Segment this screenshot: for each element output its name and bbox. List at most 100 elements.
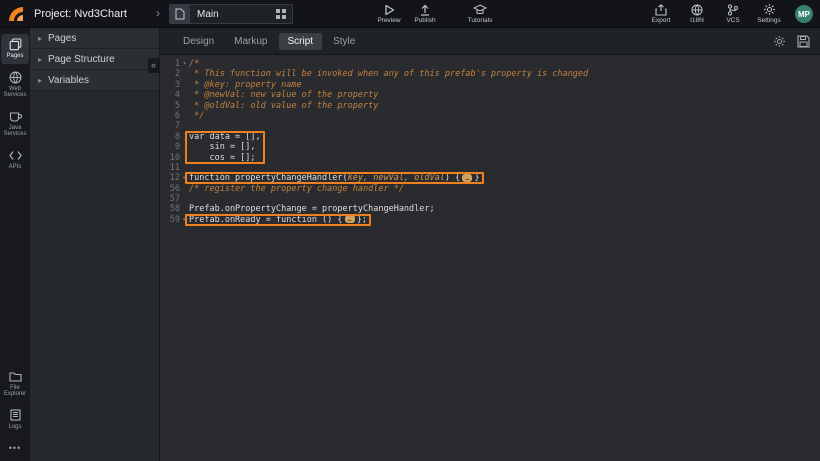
line-number: 58 (160, 204, 180, 214)
topbar-center-actions: Preview Publish Tutorials (372, 3, 502, 24)
code-segment: */ (189, 111, 204, 121)
sidebar-item-web-services[interactable]: Web Services (1, 67, 29, 103)
code-segment: sin = [], (189, 142, 256, 152)
sidebar-item-java-services[interactable]: Java Services (1, 106, 29, 142)
settings-label: Settings (757, 17, 781, 24)
pages-icon (9, 38, 22, 51)
code-line: 4 * @newVal: new value of the property (160, 90, 820, 100)
fold-gutter (180, 204, 189, 214)
publish-icon (419, 3, 431, 16)
more-menu-icon[interactable]: ••• (9, 443, 21, 453)
code-line: 12▸function propertyChangeHandler(key, n… (160, 173, 820, 183)
fold-badge[interactable]: … (345, 215, 355, 223)
code-line: 11 (160, 163, 820, 173)
collapse-panel-button[interactable]: « (148, 58, 159, 73)
save-icon[interactable] (797, 35, 810, 48)
grid-icon[interactable] (276, 9, 286, 19)
i18n-icon (691, 3, 703, 16)
caret-icon: ▸ (38, 76, 48, 85)
panel-section-page-structure[interactable]: ▸ Page Structure (30, 49, 159, 70)
code-segment: }; (357, 215, 367, 225)
settings-button[interactable]: Settings (752, 3, 786, 24)
code-line: 8 var data = [], (160, 132, 820, 142)
fold-gutter (180, 132, 189, 142)
sidebar-item-logs[interactable]: Logs (1, 405, 29, 435)
script-settings-gear-icon[interactable] (773, 35, 786, 48)
panel-section-label: Pages (48, 33, 76, 44)
line-number: 56 (160, 184, 180, 194)
tab-markup[interactable]: Markup (225, 33, 276, 50)
tab-design[interactable]: Design (174, 33, 223, 50)
line-number: 11 (160, 163, 180, 173)
editor-tabbar: DesignMarkupScriptStyle (160, 28, 820, 55)
code-line: 1▾/* (160, 59, 820, 69)
main-area: Pages Web Services Java Services APIs (0, 28, 820, 461)
topbar-right-actions: Export I18N VCS Settings (644, 3, 788, 24)
page-selector[interactable]: Main (169, 4, 293, 24)
preview-label: Preview (377, 17, 400, 24)
tutorials-label: Tutorials (468, 17, 493, 24)
file-explorer-icon (9, 370, 22, 383)
sidebar-item-file-explorer[interactable]: File Explorer (1, 366, 29, 402)
code-editor[interactable]: 1▾/*2 * This function will be invoked wh… (160, 55, 820, 461)
panel-section-label: Variables (48, 75, 89, 86)
code-segment: function propertyChangeHandler( (189, 173, 348, 183)
settings-gear-icon (763, 3, 776, 16)
fold-caret-icon[interactable]: ▸ (180, 215, 189, 225)
line-number: 59 (160, 215, 180, 225)
code-segment: Prefab.onReady = function () { (189, 215, 343, 225)
line-number: 10 (160, 153, 180, 163)
code-text: sin = [], (189, 142, 256, 152)
line-number: 8 (160, 132, 180, 142)
panel-section-variables[interactable]: ▸ Variables (30, 70, 159, 91)
sidebar-item-pages[interactable]: Pages (1, 34, 29, 64)
wavemaker-logo-icon[interactable] (7, 5, 25, 23)
code-text: */ (189, 111, 204, 121)
export-button[interactable]: Export (644, 3, 678, 24)
tutorials-button[interactable]: Tutorials (460, 3, 500, 24)
sidebar-item-label: File Explorer (2, 385, 29, 398)
tab-style[interactable]: Style (324, 33, 364, 50)
code-text: * @key: property name (189, 80, 302, 90)
sidebar-item-apis[interactable]: APIs (1, 145, 29, 175)
app-window: Project: Nvd3Chart › Main Preview (0, 0, 820, 461)
vcs-label: VCS (726, 17, 739, 24)
code-line: 9 sin = [], (160, 142, 820, 152)
fold-badge[interactable]: … (462, 174, 472, 182)
user-avatar[interactable]: MP (795, 5, 813, 23)
code-segment: var data = [], (189, 132, 261, 142)
fold-gutter (180, 90, 189, 100)
side-panel: ▸ Pages ▸ Page Structure ▸ Variables « (30, 28, 160, 461)
panel-section-pages[interactable]: ▸ Pages (30, 28, 159, 49)
tab-script[interactable]: Script (279, 33, 323, 50)
code-segment: * This function will be invoked when any… (189, 69, 588, 79)
line-number: 4 (160, 90, 180, 100)
line-number: 7 (160, 121, 180, 131)
code-line: 3 * @key: property name (160, 80, 820, 90)
code-text: * @newVal: new value of the property (189, 90, 378, 100)
code-line: 58Prefab.onPropertyChange = propertyChan… (160, 204, 820, 214)
publish-button[interactable]: Publish (408, 3, 442, 24)
code-segment: * @newVal: new value of the property (189, 90, 378, 100)
line-number: 1 (160, 59, 180, 69)
code-line: 59▸Prefab.onReady = function () {…}; (160, 215, 820, 225)
preview-button[interactable]: Preview (372, 3, 406, 24)
code-lines: 1▾/*2 * This function will be invoked wh… (160, 59, 820, 225)
fold-gutter (180, 69, 189, 79)
code-line: 2 * This function will be invoked when a… (160, 69, 820, 79)
code-segment: cos = []; (189, 153, 256, 163)
web-services-icon (9, 71, 22, 84)
fold-caret-icon[interactable]: ▾ (180, 59, 189, 69)
line-number: 2 (160, 69, 180, 79)
i18n-label: I18N (690, 17, 704, 24)
publish-label: Publish (414, 17, 435, 24)
i18n-button[interactable]: I18N (680, 3, 714, 24)
code-text: * This function will be invoked when any… (189, 69, 588, 79)
line-number: 12 (160, 173, 180, 183)
line-number: 5 (160, 101, 180, 111)
sidebar-item-label: Web Services (2, 86, 29, 99)
fold-caret-icon[interactable]: ▸ (180, 173, 189, 183)
tutorials-icon (473, 3, 487, 16)
fold-gutter (180, 163, 189, 173)
vcs-button[interactable]: VCS (716, 3, 750, 24)
